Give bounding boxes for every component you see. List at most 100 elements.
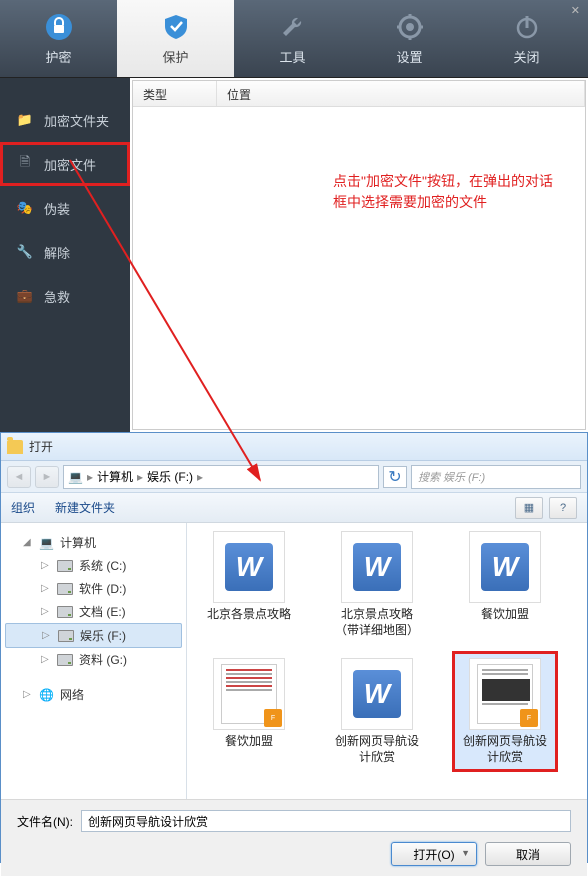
tree-label: 文档 (E:) xyxy=(79,603,126,620)
tab-protect[interactable]: 保护 xyxy=(117,0,234,77)
folder-icon xyxy=(7,440,23,454)
chevron-down-icon: ◢ xyxy=(23,537,33,548)
briefcase-icon: 💼 xyxy=(16,287,34,305)
file-item[interactable]: W北京各景点攻略 xyxy=(199,527,299,642)
computer-icon: 💻 xyxy=(39,536,54,550)
view-mode-button[interactable]: ▦ xyxy=(515,497,543,519)
power-icon xyxy=(511,11,543,43)
tab-label: 设置 xyxy=(396,47,422,66)
network-icon: 🌐 xyxy=(39,688,54,702)
open-file-dialog: 打开 ◄ ► 💻 ▸ 计算机 ▸ 娱乐 (F:) ▸ ↻ 搜索 娱乐 (F:) … xyxy=(0,432,588,863)
filename-input[interactable] xyxy=(81,810,571,832)
cancel-button[interactable]: 取消 xyxy=(485,842,571,866)
ftp-badge-icon: F xyxy=(520,709,538,727)
tab-label: 保护 xyxy=(162,47,188,66)
tab-label: 工具 xyxy=(279,47,305,66)
ftp-badge-icon: F xyxy=(264,709,282,727)
tab-label: 护密 xyxy=(45,47,71,66)
tree-label: 资料 (G:) xyxy=(79,651,127,668)
file-lock-icon: 🗎 xyxy=(16,155,34,173)
tab-settings[interactable]: 设置 xyxy=(351,0,468,77)
folder-tree: ◢ 💻 计算机 ▷系统 (C:) ▷软件 (D:) ▷文档 (E:) ▷娱乐 (… xyxy=(1,523,187,799)
tree-label: 软件 (D:) xyxy=(79,580,126,597)
col-type[interactable]: 类型 xyxy=(133,81,217,106)
file-list-panel: 类型 位置 点击"加密文件"按钮，在弹出的对话 框中选择需要加密的文件 xyxy=(132,80,586,430)
tree-label: 计算机 xyxy=(60,534,96,551)
tree-label: 系统 (C:) xyxy=(79,557,126,574)
tree-drive-c[interactable]: ▷系统 (C:) xyxy=(5,554,182,577)
key-icon: 🔧 xyxy=(16,243,34,261)
sidebar-label: 加密文件 xyxy=(44,155,96,174)
sidebar-label: 急救 xyxy=(44,287,70,306)
file-item[interactable]: F餐饮加盟 xyxy=(199,654,299,769)
back-button[interactable]: ◄ xyxy=(7,466,31,488)
word-doc-icon: W xyxy=(353,670,401,718)
drive-icon xyxy=(57,583,73,595)
dialog-title: 打开 xyxy=(29,438,53,455)
sidebar-item-rescue[interactable]: 💼 急救 xyxy=(0,274,130,318)
breadcrumb[interactable]: 💻 ▸ 计算机 ▸ 娱乐 (F:) ▸ xyxy=(63,465,379,489)
file-item[interactable]: W餐饮加盟 xyxy=(455,527,555,642)
tab-tools[interactable]: 工具 xyxy=(234,0,351,77)
forward-button[interactable]: ► xyxy=(35,466,59,488)
mask-icon: 🎭 xyxy=(16,199,34,217)
tree-drive-e[interactable]: ▷ 文档 (E:) xyxy=(5,600,182,623)
drive-icon xyxy=(57,560,73,572)
refresh-button[interactable]: ↻ xyxy=(383,466,407,488)
sidebar-label: 加密文件夹 xyxy=(44,111,109,130)
chevron-right-icon: ▷ xyxy=(41,583,51,594)
open-button[interactable]: 打开(O)▼ xyxy=(391,842,477,866)
col-location[interactable]: 位置 xyxy=(217,81,585,106)
tab-close[interactable]: 关闭 xyxy=(468,0,585,77)
gear-icon xyxy=(394,11,426,43)
dialog-footer: 文件名(N): 打开(O)▼ 取消 xyxy=(1,799,587,876)
annotation-text: 点击"加密文件"按钮，在弹出的对话 框中选择需要加密的文件 xyxy=(333,171,553,213)
tree-label: 娱乐 (F:) xyxy=(80,627,126,644)
tree-network[interactable]: ▷ 🌐 网络 xyxy=(5,683,182,706)
chevron-right-icon: ▷ xyxy=(42,630,52,641)
organize-menu[interactable]: 组织 xyxy=(11,499,35,516)
sidebar-item-encrypt-file[interactable]: 🗎 加密文件 xyxy=(0,142,130,186)
list-header: 类型 位置 xyxy=(133,81,585,107)
file-item[interactable]: W创新网页导航设计欣赏 xyxy=(327,654,427,769)
computer-icon: 💻 xyxy=(68,470,83,484)
tab-label: 关闭 xyxy=(513,47,539,66)
breadcrumb-item[interactable]: 计算机 xyxy=(97,468,133,485)
close-icon[interactable]: ✕ xyxy=(571,4,580,17)
drive-icon xyxy=(57,606,73,618)
dialog-titlebar: 打开 xyxy=(1,433,587,461)
lock-shield-icon xyxy=(43,11,75,43)
command-bar: 组织 新建文件夹 ▦ ? xyxy=(1,493,587,523)
file-item[interactable]: W北京景点攻略（带详细地图） xyxy=(327,527,427,642)
encryption-app-window: ✕ 护密 保护 工具 设置 关闭 📁 加密文件夹 xyxy=(0,0,588,432)
drive-icon xyxy=(57,654,73,666)
shield-icon xyxy=(160,11,192,43)
sidebar-item-unlock[interactable]: 🔧 解除 xyxy=(0,230,130,274)
word-doc-icon: W xyxy=(481,543,529,591)
word-doc-icon: W xyxy=(353,543,401,591)
tree-computer[interactable]: ◢ 💻 计算机 xyxy=(5,531,182,554)
sidebar-item-encrypt-folder[interactable]: 📁 加密文件夹 xyxy=(0,98,130,142)
sidebar-item-disguise[interactable]: 🎭 伪装 xyxy=(0,186,130,230)
drive-icon xyxy=(58,630,74,642)
wrench-icon xyxy=(277,11,309,43)
new-folder-button[interactable]: 新建文件夹 xyxy=(55,499,115,516)
chevron-right-icon: ▷ xyxy=(41,606,51,617)
help-button[interactable]: ? xyxy=(549,497,577,519)
tree-drive-g[interactable]: ▷ 资料 (G:) xyxy=(5,648,182,671)
chevron-right-icon: ▷ xyxy=(41,654,51,665)
breadcrumb-item[interactable]: 娱乐 (F:) xyxy=(147,468,193,485)
file-item[interactable]: F创新网页导航设计欣赏 xyxy=(455,654,555,769)
tree-drive-f[interactable]: ▷ 娱乐 (F:) xyxy=(5,623,182,648)
sidebar: 📁 加密文件夹 🗎 加密文件 🎭 伪装 🔧 解除 💼 急救 xyxy=(0,78,130,432)
nav-bar: ◄ ► 💻 ▸ 计算机 ▸ 娱乐 (F:) ▸ ↻ 搜索 娱乐 (F:) xyxy=(1,461,587,493)
search-input[interactable]: 搜索 娱乐 (F:) xyxy=(411,465,581,489)
tab-encrypt[interactable]: 护密 xyxy=(0,0,117,77)
dropdown-icon: ▼ xyxy=(461,848,470,858)
folder-icon: 📁 xyxy=(16,111,34,129)
tree-drive-d[interactable]: ▷ 软件 (D:) xyxy=(5,577,182,600)
sidebar-label: 伪装 xyxy=(44,199,70,218)
tree-label: 网络 xyxy=(60,686,84,703)
sidebar-label: 解除 xyxy=(44,243,70,262)
main-toolbar: 护密 保护 工具 设置 关闭 xyxy=(0,0,588,78)
